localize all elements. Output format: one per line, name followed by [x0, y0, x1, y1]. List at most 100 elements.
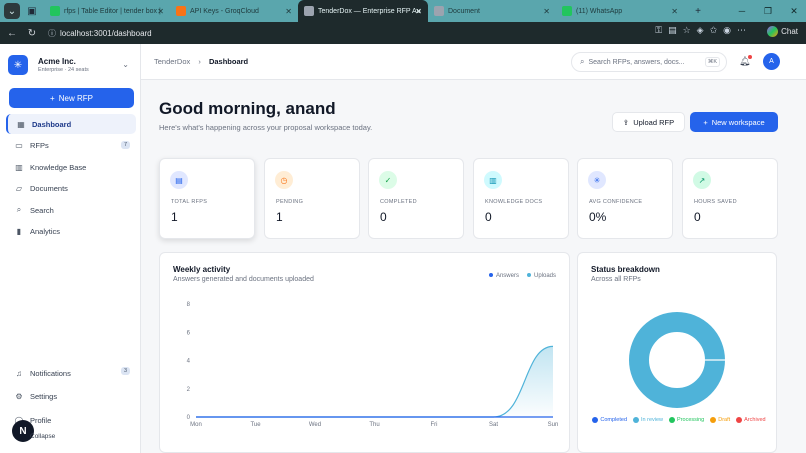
x-tick-label: Wed	[309, 422, 321, 428]
notifications-bell-icon[interactable]: 🔔︎	[739, 55, 753, 67]
stat-label: AVG CONFIDENCE	[589, 199, 643, 205]
main-content: TenderDox › Dashboard ⌕ Search RFPs, ans…	[141, 44, 806, 453]
breadcrumb-root[interactable]: TenderDox	[154, 57, 190, 66]
search-placeholder: Search RFPs, answers, docs...	[588, 58, 685, 66]
address-bar[interactable]: ⓘ localhost:3001/dashboard	[44, 25, 744, 41]
upload-rfp-label: Upload RFP	[633, 117, 675, 127]
clock-icon: ◷	[275, 171, 293, 189]
search-shortcut: ⌘K	[704, 57, 720, 67]
org-logo-icon: ✳	[8, 55, 28, 75]
close-tab-icon[interactable]: ✕	[157, 7, 164, 16]
sidebar-item-settings[interactable]: ⚙ Settings	[6, 386, 136, 408]
y-tick-label: 2	[187, 387, 191, 393]
check-circle-icon: ✓	[379, 171, 397, 189]
stat-card: ✓ COMPLETED 0	[368, 158, 464, 239]
key-icon[interactable]: ⚿	[655, 25, 662, 36]
sidebar-item-label: Search	[30, 205, 54, 215]
profile-icon[interactable]: ◉	[723, 25, 731, 36]
sidebar-item-analytics[interactable]: ▮ Analytics	[6, 222, 136, 242]
new-workspace-button[interactable]: + New workspace	[690, 112, 778, 132]
topbar: TenderDox › Dashboard ⌕ Search RFPs, ans…	[141, 44, 806, 80]
close-tab-icon[interactable]: ✕	[415, 7, 422, 16]
search-icon: ⌕	[16, 205, 22, 214]
stat-label: TOTAL RFPS	[171, 199, 208, 205]
more-icon[interactable]: ⋯	[737, 25, 746, 36]
sidebar-item-knowledge-base[interactable]: ▥ Knowledge Base	[6, 157, 136, 177]
new-workspace-label: New workspace	[711, 117, 765, 127]
chat-button[interactable]: Chat	[767, 26, 798, 37]
status-legend-item: Archived	[736, 416, 766, 423]
tab-favicon-icon	[434, 6, 444, 16]
y-tick-label: 4	[187, 359, 191, 365]
browser-tab[interactable]: rfps | Table Editor | tender box | ✕	[44, 0, 170, 22]
legend-label: In review	[641, 417, 664, 423]
sidebar-item-documents[interactable]: ▱ Documents	[6, 179, 136, 199]
new-rfp-button[interactable]: + New RFP	[9, 88, 134, 108]
stat-value: 0	[694, 210, 701, 224]
site-info-icon[interactable]: ⓘ	[48, 28, 56, 39]
breadcrumb: TenderDox › Dashboard	[154, 57, 248, 66]
favorites-icon[interactable]: ✩	[710, 25, 718, 36]
minimize-icon[interactable]: ─	[730, 0, 754, 22]
y-tick-label: 6	[187, 330, 191, 336]
book-icon: ▥	[15, 162, 23, 172]
avatar[interactable]: A	[763, 53, 780, 70]
grid-icon: ▦	[17, 119, 25, 129]
copilot-icon	[767, 26, 779, 37]
sidebar-item-label: RFPs	[30, 141, 49, 150]
back-icon[interactable]: ←	[4, 25, 20, 41]
collapse-row: N Collapse	[12, 420, 55, 442]
restore-icon[interactable]: ❐	[756, 0, 780, 22]
sidebar: ✳ Acme Inc. Enterprise · 24 seats ⌄ + Ne…	[0, 44, 141, 453]
browser-tab[interactable]: (11) WhatsApp ✕	[556, 0, 684, 22]
sidebar-nav: ▦ Dashboard ▭ RFPs 7 ▥ Knowledge Base ▱ Document…	[6, 114, 136, 243]
browser-tab[interactable]: TenderDox — Enterprise RFP Au ✕	[298, 0, 428, 22]
bookmark-star-icon[interactable]: ☆	[683, 25, 691, 36]
org-switcher[interactable]: ✳ Acme Inc. Enterprise · 24 seats ⌄	[8, 52, 133, 78]
upload-rfp-button[interactable]: ⇪ Upload RFP	[612, 112, 685, 132]
tab-title: Document	[448, 7, 480, 15]
status-legend-item: In review	[633, 416, 664, 423]
legend-dot	[592, 416, 599, 423]
browser-tab[interactable]: API Keys - GroqCloud ✕	[170, 0, 298, 22]
notification-dot	[748, 55, 753, 59]
reader-icon[interactable]: ▤	[668, 25, 677, 36]
reload-icon[interactable]: ↻	[24, 25, 40, 41]
stat-card: ◷ PENDING 1	[264, 158, 360, 239]
search-input[interactable]: ⌕ Search RFPs, answers, docs... ⌘K	[571, 52, 727, 72]
close-tab-icon[interactable]: ✕	[671, 7, 678, 16]
stat-label: KNOWLEDGE DOCS	[485, 199, 543, 205]
close-window-icon[interactable]: ✕	[782, 0, 806, 22]
sidebar-item-dashboard[interactable]: ▦ Dashboard	[6, 114, 136, 134]
collapse-button[interactable]: Collapse	[30, 433, 55, 440]
url-text: localhost:3001/dashboard	[60, 28, 152, 38]
status-breakdown-card: Status breakdown Across all RFPs Complet…	[577, 252, 777, 453]
x-tick-label: Thu	[369, 422, 379, 428]
sidebar-item-label: Analytics	[30, 227, 61, 236]
sidebar-item-label: Notifications	[30, 368, 71, 378]
close-tab-icon[interactable]: ✕	[543, 7, 550, 16]
tab-favicon-icon	[562, 6, 572, 16]
sidebar-item-label: Documents	[30, 184, 68, 193]
workspaces-icon[interactable]: ▣	[24, 3, 40, 19]
x-tick-label: Fri	[431, 422, 438, 428]
weekly-activity-card: Weekly activity Answers generated and do…	[159, 252, 570, 453]
new-tab-icon[interactable]: +	[690, 3, 706, 19]
browser-tab[interactable]: Document ✕	[428, 0, 556, 22]
sidebar-item-rfps[interactable]: ▭ RFPs 7	[6, 136, 136, 156]
bell-icon: ♫	[16, 368, 22, 378]
legend-dot	[736, 416, 743, 423]
legend-label: Archived	[744, 417, 766, 423]
stat-value: 0%	[589, 210, 607, 224]
trending-up-icon: ↗	[693, 171, 711, 189]
sidebar-item-label: Settings	[30, 392, 58, 401]
sidebar-item-search[interactable]: ⌕ Search	[6, 200, 136, 220]
sidebar-item-notifications[interactable]: ♫ Notifications 3	[6, 362, 136, 384]
weekly-activity-chart: 0 2 4 6 8 Mon Tue Wed Thu Fri Sat Sun	[187, 302, 559, 428]
tab-menu-icon[interactable]: ⌄	[4, 3, 20, 19]
extensions-icon[interactable]: ◈	[697, 25, 704, 36]
search-icon: ⌕	[580, 57, 585, 66]
org-plan: Enterprise · 24 seats	[38, 67, 89, 73]
close-tab-icon[interactable]: ✕	[285, 7, 292, 16]
chat-label: Chat	[781, 27, 798, 36]
